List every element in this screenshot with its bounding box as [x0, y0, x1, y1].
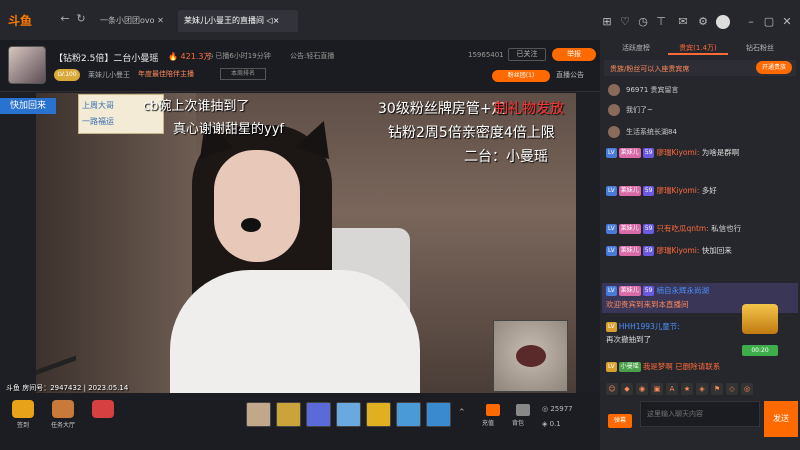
chat-message[interactable]: LV 莱妹儿 59 廖瑞Kiyomi: 多好	[606, 184, 794, 197]
shield-icon[interactable]: ◇	[726, 383, 738, 395]
chat-message[interactable]: LV 莱妹儿 59 只有吃瓜qntm: 私信也行	[606, 222, 794, 235]
report-button[interactable]: 举报	[552, 48, 596, 61]
streamer-body	[170, 270, 420, 395]
tab-2-active[interactable]: 莱妹儿小曼王的直播间 ◁×	[178, 10, 298, 32]
avatar	[608, 126, 620, 138]
color-icon[interactable]: ◉	[636, 383, 648, 395]
tab-activity-rank[interactable]: 活跃度榜	[606, 43, 666, 55]
shirt-icon[interactable]: ⊤	[654, 15, 668, 29]
fans-icon[interactable]: ◆	[621, 383, 633, 395]
follow-button[interactable]: 已关注	[508, 48, 546, 61]
tab-diamond-fans[interactable]: 钻石粉丝	[730, 43, 790, 55]
treasure-chest-icon[interactable]	[742, 304, 778, 334]
overlay-text-2: 真心谢谢甜星的yyf	[173, 122, 284, 137]
rank-row[interactable]: 96971 贵宾留言	[608, 84, 788, 100]
avatar	[608, 84, 620, 96]
gift-item[interactable]	[396, 402, 421, 427]
clock-icon[interactable]: ◷	[636, 15, 650, 29]
bell-icon[interactable]: ◎	[741, 383, 753, 395]
chat-toolbar: ☺ ◆ ◉ ▣ A ★ ◈ ⚑ ◇ ◎	[606, 383, 756, 397]
room-footer-text: 斗鱼 房间号：2947432 | 2023.05.14	[6, 384, 129, 392]
rank-row[interactable]: 生活系统长湖84	[608, 126, 788, 142]
streamer-face	[214, 150, 300, 262]
emoji-icon[interactable]: ☺	[606, 383, 618, 395]
trophy-icon	[12, 400, 34, 418]
chest-timer: 00:20	[742, 345, 778, 356]
close-icon[interactable]: ✕	[780, 15, 794, 29]
back-arrow-icon[interactable]: ←	[58, 12, 72, 26]
gift-item[interactable]	[366, 402, 391, 427]
overlay-text-4: 钻粉2周5倍亲密度4倍上限	[388, 125, 555, 141]
send-button[interactable]: 发送	[764, 401, 798, 437]
gift-small-icon[interactable]: ◈	[696, 383, 708, 395]
cat-mouth	[516, 345, 546, 367]
charge-icon	[486, 404, 500, 416]
douyu-logo[interactable]: 斗鱼	[8, 12, 50, 28]
grid-icon[interactable]: ⊞	[600, 15, 614, 29]
gift-item[interactable]	[276, 402, 301, 427]
avatar	[608, 104, 620, 116]
chat-message[interactable]: LV 莱妹儿 59 楠自永辉永尚湖	[606, 284, 794, 297]
tab-vip[interactable]: 贵宾(1.4万)	[668, 43, 728, 55]
gift-item[interactable]	[306, 402, 331, 427]
rank-row[interactable]: 我们了~	[608, 104, 788, 120]
refresh-icon[interactable]: ↻	[74, 12, 88, 26]
sign-in-button[interactable]: 签到	[6, 400, 40, 430]
room-title: 【钻粉2.5倍】二台小曼瑶	[54, 54, 159, 64]
task-hall-button[interactable]: 任务大厅	[46, 400, 80, 430]
yuwan-balance: ◈ 0.1	[542, 420, 561, 428]
gift-item[interactable]	[426, 402, 451, 427]
streamer-avatar[interactable]	[8, 46, 46, 84]
minimize-icon[interactable]: –	[744, 15, 758, 29]
overlay-text-3: 30级粉丝牌房管+定	[378, 101, 506, 117]
backpack-icon	[516, 404, 530, 416]
overlay-text-1: cb碗上次谁抽到了	[143, 99, 250, 114]
task-icon	[52, 400, 74, 418]
maximize-icon[interactable]: ▢	[762, 15, 776, 29]
bag-icon[interactable]: ▣	[651, 383, 663, 395]
gift-item[interactable]	[246, 402, 271, 427]
gift-box-button[interactable]	[86, 400, 120, 430]
text-icon[interactable]: A	[666, 383, 678, 395]
charge-button[interactable]: 充值	[482, 404, 504, 430]
fans-badge[interactable]: 粉丝团(1)	[492, 70, 550, 82]
backpack-button[interactable]: 背包	[512, 404, 534, 430]
open-noble-button[interactable]: 开通贵族	[756, 61, 792, 74]
chat-input[interactable]	[640, 401, 760, 427]
chat-message[interactable]: LV 莱妹儿 59 廖瑞Kiyomi: 为啥是群啊	[606, 146, 794, 159]
noble-text: 贵族/粉丝可以入座贵宾席	[610, 65, 690, 73]
level-badge: LV.100	[54, 69, 80, 81]
category-tag[interactable]: 年度最佳陪伴主播	[138, 69, 194, 79]
message-icon[interactable]: ✉	[676, 15, 690, 29]
settings-icon[interactable]: ⚙	[696, 15, 710, 29]
tab-1[interactable]: 一条小团团ovo ✕	[94, 10, 170, 32]
overlay-text-5: 二台：小曼瑶	[464, 149, 548, 165]
barrage-toggle[interactable]: 弹幕	[608, 414, 632, 428]
heat-count: 🔥 421.3万	[168, 52, 212, 61]
live-duration: ◷ 已播6小时19分钟	[207, 52, 271, 60]
chat-message[interactable]: LV 莱妹儿 59 廖瑞Kiyomi: 快加回来	[606, 244, 794, 257]
rank-button[interactable]: 本周排名	[220, 68, 266, 80]
user-avatar-icon[interactable]	[716, 15, 730, 29]
live-notice-link[interactable]: 直播公告	[556, 70, 584, 80]
gift-item[interactable]	[336, 402, 361, 427]
chevron-up-icon[interactable]: ⌃	[458, 408, 466, 418]
room-notice: 公告:轻石直播	[290, 52, 335, 60]
quick-back-button[interactable]: 快加回来	[0, 98, 56, 114]
overlay-text-3-red: 制礼物发放	[494, 101, 564, 117]
room-id-text: 15965401	[468, 51, 504, 59]
flag-icon[interactable]: ⚑	[711, 383, 723, 395]
chat-message[interactable]: LV 小曼瑶 我是梦啊 已删除请联系	[606, 360, 794, 373]
fish-ball-balance: ◎ 25977	[542, 405, 573, 413]
star-icon[interactable]: ★	[681, 383, 693, 395]
streamer-name[interactable]: 莱妹儿小曼王	[88, 70, 130, 80]
gift-box-icon	[92, 400, 114, 418]
heart-icon[interactable]: ♡	[618, 15, 632, 29]
cat-nose-filter	[241, 218, 261, 232]
